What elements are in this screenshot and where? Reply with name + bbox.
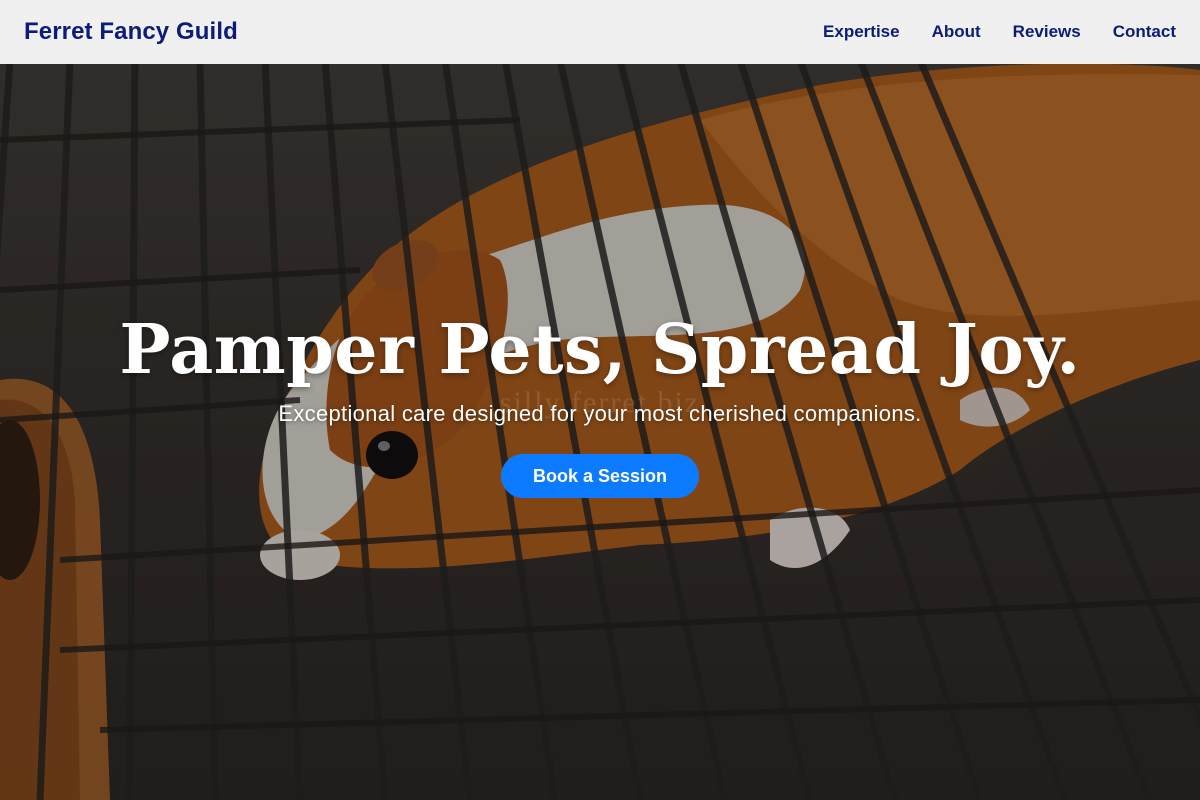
book-session-button[interactable]: Book a Session xyxy=(500,454,700,498)
nav-link-about[interactable]: About xyxy=(932,22,981,42)
hero-subtitle: Exceptional care designed for your most … xyxy=(278,401,922,426)
hero-section: Pamper Pets, Spread Joy. Exceptional car… xyxy=(0,300,1200,498)
cta-wrapper: Book a Session xyxy=(0,454,1200,498)
brand-logo-link[interactable]: Ferret Fancy Guild xyxy=(24,18,238,46)
nav-link-reviews[interactable]: Reviews xyxy=(1013,22,1081,42)
hero-title: Pamper Pets, Spread Joy. xyxy=(119,310,1081,390)
page: Ferret Fancy Guild Expertise About Revie… xyxy=(0,0,1200,800)
nav-link-contact[interactable]: Contact xyxy=(1113,22,1176,42)
site-header: Ferret Fancy Guild Expertise About Revie… xyxy=(0,0,1200,64)
main-nav: Expertise About Reviews Contact xyxy=(823,22,1176,42)
nav-link-expertise[interactable]: Expertise xyxy=(823,22,900,42)
